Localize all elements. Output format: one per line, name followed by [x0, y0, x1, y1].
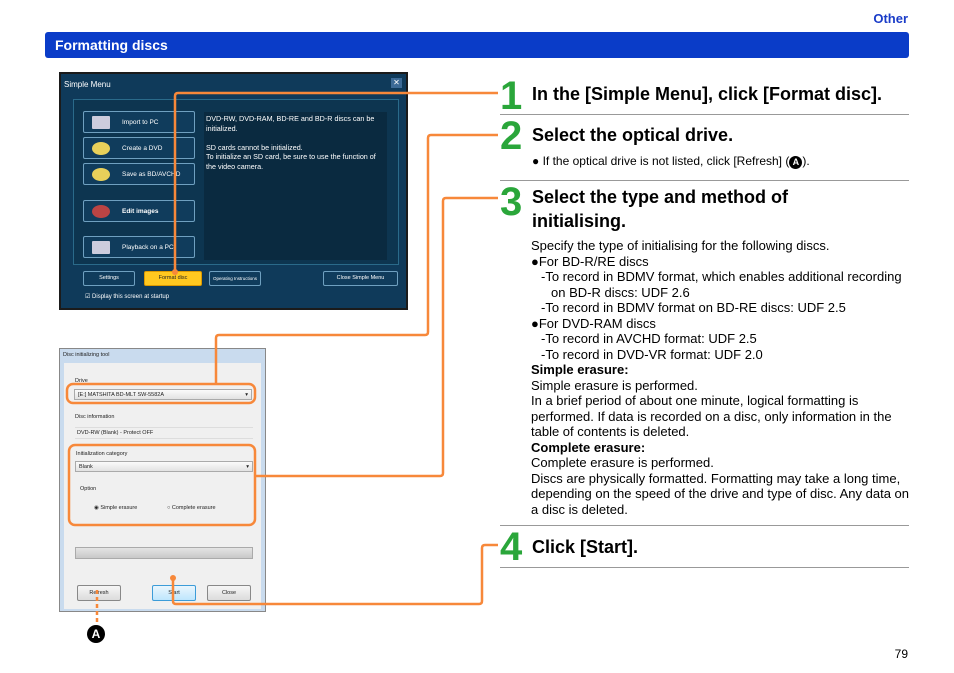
callout-a-icon: A — [789, 156, 803, 169]
step-number: 2 — [500, 114, 523, 158]
step-number: 4 — [500, 525, 523, 569]
body-line: -To record in DVD-VR format: UDF 2.0 — [541, 346, 763, 362]
connector-step-3 — [255, 196, 498, 478]
body-line: -To record in BDMV format on BD-RE discs… — [541, 300, 846, 315]
body-line: Complete erasure: — [531, 439, 646, 455]
body-line: Specify the type of initialising for the… — [531, 238, 830, 253]
category-highlight — [67, 443, 257, 527]
note-text: ● If the optical drive is not listed, cl… — [532, 154, 790, 168]
body-line: Simple erasure: — [531, 362, 629, 377]
drive-highlight — [65, 382, 257, 405]
body-line: Complete erasure is performed. — [531, 455, 714, 470]
step-number: 3 — [500, 180, 523, 224]
step-heading: Select the type and method of initialisi… — [532, 187, 789, 231]
step-3-body: Specify the type of initialising for the… — [531, 238, 911, 517]
connector-step-2 — [214, 133, 498, 383]
body-line: ●For DVD-RAM discs — [531, 315, 656, 331]
body-line: In a brief period of about one minute, l… — [531, 393, 892, 439]
step-heading: Select the optical drive. — [532, 125, 734, 145]
body-line: -To record in BDMV format, which enables… — [541, 269, 902, 284]
body-line: on BD-R discs: UDF 2.6 — [551, 284, 690, 300]
body-line: ●For BD-R/RE discs — [531, 253, 649, 269]
divider — [500, 525, 909, 526]
divider — [500, 180, 909, 181]
step-heading: Click [Start]. — [532, 537, 639, 557]
connector-step-4 — [171, 543, 498, 606]
connector-step-1 — [173, 91, 498, 272]
callout-a: A — [91, 627, 101, 641]
body-line: Discs are physically formatted. Formatti… — [531, 470, 910, 517]
divider — [500, 567, 909, 568]
body-line: Simple erasure is performed. — [531, 377, 698, 393]
step-note: ● If the optical drive is not listed, cl… — [532, 154, 810, 169]
page-number: 79 — [894, 647, 908, 661]
body-line: -To record in AVCHD format: UDF 2.5 — [541, 331, 757, 346]
step-number: 1 — [500, 74, 523, 118]
divider — [500, 114, 909, 115]
note-text: ). — [802, 154, 810, 168]
step-heading: In the [Simple Menu], click [Format disc… — [532, 84, 883, 104]
